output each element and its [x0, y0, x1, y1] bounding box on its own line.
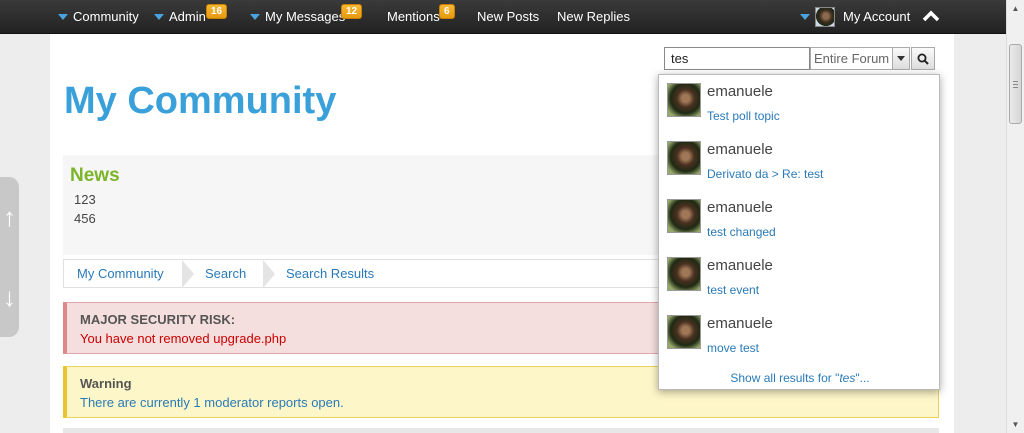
- nav-mentions-label: Mentions: [387, 9, 440, 24]
- dropdown-caret-icon: [58, 13, 68, 20]
- nav-my-messages[interactable]: My Messages: [250, 0, 345, 33]
- breadcrumb-item-search-results[interactable]: Search Results: [286, 260, 374, 287]
- breadcrumb: My Community Search Search Results: [63, 259, 663, 288]
- dropdown-arrow-icon[interactable]: [892, 48, 909, 69]
- user-avatar: [667, 257, 701, 291]
- search-result-item[interactable]: emanuele move test: [659, 307, 941, 365]
- news-line: 456: [74, 211, 96, 226]
- news-panel: News 123 456: [63, 155, 663, 255]
- scroll-up-button[interactable]: ▲: [1007, 0, 1024, 17]
- search-result-item[interactable]: emanuele Derivato da > Re: test: [659, 133, 941, 191]
- result-username: emanuele: [707, 141, 773, 158]
- nav-new-replies[interactable]: New Replies: [557, 0, 630, 33]
- breadcrumb-separator: [263, 260, 275, 288]
- news-line: 123: [74, 192, 96, 207]
- result-topic-link[interactable]: Test poll topic: [707, 109, 780, 123]
- search-results-dropdown: emanuele Test poll topic emanuele Deriva…: [658, 74, 940, 390]
- search-scope-select[interactable]: Entire Forum: [810, 47, 910, 70]
- result-topic-link[interactable]: test event: [707, 283, 759, 297]
- search-scope-value: Entire Forum: [814, 51, 890, 66]
- nav-admin-label: Admin: [169, 9, 206, 24]
- nav-messages-label: My Messages: [265, 9, 346, 24]
- user-avatar: [667, 83, 701, 117]
- show-all-suffix: "...: [855, 371, 870, 385]
- nav-community-label: Community: [73, 9, 139, 24]
- breadcrumb-separator: [182, 260, 194, 288]
- news-title: News: [70, 165, 120, 186]
- scroll-up-arrow-icon[interactable]: ↑: [3, 202, 16, 233]
- admin-badge: 16: [206, 4, 228, 19]
- result-username: emanuele: [707, 199, 773, 216]
- breadcrumb-item-search[interactable]: Search: [205, 260, 246, 287]
- result-topic-link[interactable]: move test: [707, 341, 759, 355]
- dropdown-caret-icon: [154, 13, 164, 20]
- mentions-badge: 6: [439, 4, 455, 19]
- page-title: My Community: [64, 80, 337, 122]
- show-all-term: tes: [839, 371, 856, 385]
- nav-new-posts[interactable]: New Posts: [477, 0, 539, 33]
- messages-badge: 12: [341, 4, 363, 19]
- result-topic-link[interactable]: Derivato da > Re: test: [707, 167, 823, 181]
- scroll-down-button[interactable]: ▼: [1007, 416, 1024, 433]
- side-scroll-widget: ↑ ↓: [0, 177, 19, 337]
- nav-community[interactable]: Community: [58, 0, 139, 33]
- alert-message: You have not removed upgrade.php: [80, 331, 287, 346]
- alert-message[interactable]: There are currently 1 moderator reports …: [80, 395, 344, 410]
- search-input[interactable]: [664, 47, 810, 70]
- security-alert: MAJOR SECURITY RISK: You have not remove…: [63, 302, 663, 354]
- dropdown-caret-icon: [250, 13, 260, 20]
- nav-admin[interactable]: Admin: [154, 0, 206, 33]
- nav-account-label: My Account: [843, 9, 911, 24]
- result-username: emanuele: [707, 315, 773, 332]
- scrollbar-thumb[interactable]: [1009, 44, 1022, 124]
- collapse-chevron-up-icon[interactable]: [922, 9, 940, 23]
- search-result-item[interactable]: emanuele test changed: [659, 191, 941, 249]
- nav-new-replies-label: New Replies: [557, 9, 630, 24]
- dropdown-caret-icon: [800, 13, 810, 20]
- search-result-item[interactable]: emanuele test event: [659, 249, 941, 307]
- breadcrumb-item-my-community[interactable]: My Community: [77, 260, 164, 287]
- nav-new-posts-label: New Posts: [477, 9, 540, 24]
- top-nav-bar: Community Admin 16 My Messages 12 Mentio…: [0, 0, 1006, 34]
- content-strip: [63, 428, 939, 433]
- user-avatar: [667, 141, 701, 175]
- result-topic-link[interactable]: test changed: [707, 225, 776, 239]
- nav-mentions[interactable]: Mentions: [387, 0, 440, 33]
- user-avatar: [667, 199, 701, 233]
- show-all-prefix: Show all results for ": [730, 371, 840, 385]
- result-username: emanuele: [707, 257, 773, 274]
- user-avatar: [815, 6, 835, 27]
- search-result-item[interactable]: emanuele Test poll topic: [659, 75, 941, 133]
- result-username: emanuele: [707, 83, 773, 100]
- scroll-down-arrow-icon[interactable]: ↓: [3, 282, 16, 313]
- user-avatar: [667, 315, 701, 349]
- alert-title: MAJOR SECURITY RISK:: [80, 312, 236, 327]
- magnifier-icon: [917, 53, 929, 65]
- alert-title: Warning: [80, 376, 132, 391]
- search-button[interactable]: [911, 47, 935, 70]
- nav-my-account[interactable]: My Account: [800, 0, 910, 33]
- show-all-results-link[interactable]: Show all results for "tes"...: [659, 371, 941, 385]
- vertical-scrollbar[interactable]: ▲ ▼: [1006, 0, 1024, 433]
